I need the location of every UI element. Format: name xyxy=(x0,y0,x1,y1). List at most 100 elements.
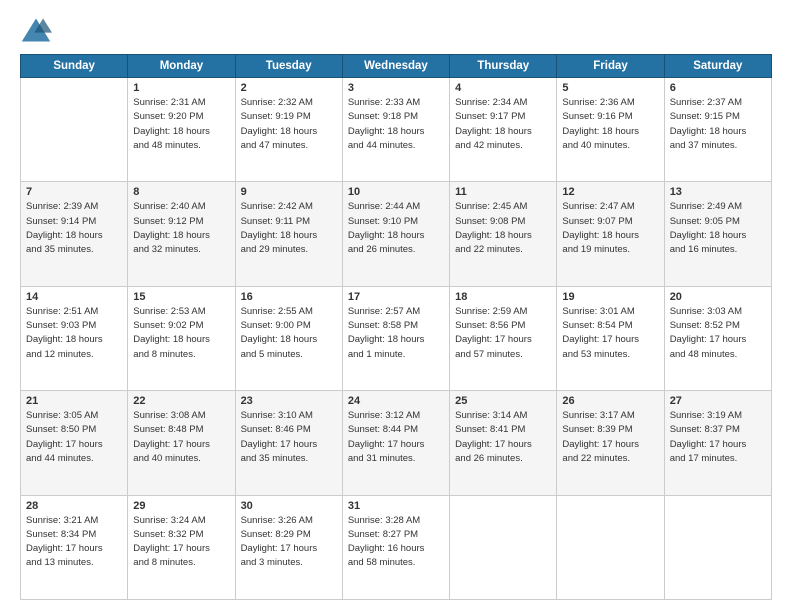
calendar-cell: 26 Sunrise: 3:17 AM Sunset: 8:39 PM Dayli… xyxy=(557,391,664,495)
calendar-cell: 19 Sunrise: 3:01 AM Sunset: 8:54 PM Dayli… xyxy=(557,286,664,390)
header-day-friday: Friday xyxy=(557,55,664,78)
day-number: 14 xyxy=(26,291,122,303)
calendar-cell xyxy=(664,495,771,599)
day-info: Sunrise: 2:57 AM Sunset: 8:58 PM Dayligh… xyxy=(348,305,444,362)
day-number: 9 xyxy=(241,186,337,198)
calendar-cell: 4 Sunrise: 2:34 AM Sunset: 9:17 PM Daylig… xyxy=(450,78,557,182)
day-info: Sunrise: 3:10 AM Sunset: 8:46 PM Dayligh… xyxy=(241,409,337,466)
calendar-cell: 24 Sunrise: 3:12 AM Sunset: 8:44 PM Dayli… xyxy=(342,391,449,495)
header-day-thursday: Thursday xyxy=(450,55,557,78)
calendar-cell: 2Sunrise: 2:32 AM Sunset: 9:19 PM Daylig… xyxy=(235,78,342,182)
day-number: 13 xyxy=(670,186,766,198)
day-number: 30 xyxy=(241,500,337,512)
calendar-cell: 13 Sunrise: 2:49 AM Sunset: 9:05 PM Dayli… xyxy=(664,182,771,286)
calendar-cell: 3 Sunrise: 2:33 AM Sunset: 9:18 PM Daylig… xyxy=(342,78,449,182)
calendar-cell: 11 Sunrise: 2:45 AM Sunset: 9:08 PM Dayli… xyxy=(450,182,557,286)
calendar-cell: 27Sunrise: 3:19 AM Sunset: 8:37 PM Dayli… xyxy=(664,391,771,495)
day-number: 1 xyxy=(133,82,229,94)
calendar-cell: 10 Sunrise: 2:44 AM Sunset: 9:10 PM Dayli… xyxy=(342,182,449,286)
calendar-table: SundayMondayTuesdayWednesdayThursdayFrid… xyxy=(20,54,772,600)
day-number: 21 xyxy=(26,395,122,407)
day-info: Sunrise: 2:32 AM Sunset: 9:19 PM Dayligh… xyxy=(241,96,337,153)
calendar-cell: 8Sunrise: 2:40 AM Sunset: 9:12 PM Daylig… xyxy=(128,182,235,286)
day-number: 24 xyxy=(348,395,444,407)
day-number: 20 xyxy=(670,291,766,303)
header-day-monday: Monday xyxy=(128,55,235,78)
calendar-week-4: 21 Sunrise: 3:05 AM Sunset: 8:50 PM Dayli… xyxy=(21,391,772,495)
day-number: 11 xyxy=(455,186,551,198)
calendar-week-5: 28 Sunrise: 3:21 AM Sunset: 8:34 PM Dayli… xyxy=(21,495,772,599)
calendar-cell: 12 Sunrise: 2:47 AM Sunset: 9:07 PM Dayli… xyxy=(557,182,664,286)
calendar-cell: 14 Sunrise: 2:51 AM Sunset: 9:03 PM Dayli… xyxy=(21,286,128,390)
day-info: Sunrise: 2:36 AM Sunset: 9:16 PM Dayligh… xyxy=(562,96,658,153)
day-info: Sunrise: 3:17 AM Sunset: 8:39 PM Dayligh… xyxy=(562,409,658,466)
day-number: 4 xyxy=(455,82,551,94)
calendar-week-1: 1 Sunrise: 2:31 AM Sunset: 9:20 PM Daylig… xyxy=(21,78,772,182)
calendar-cell: 20 Sunrise: 3:03 AM Sunset: 8:52 PM Dayli… xyxy=(664,286,771,390)
day-info: Sunrise: 2:59 AM Sunset: 8:56 PM Dayligh… xyxy=(455,305,551,362)
day-number: 16 xyxy=(241,291,337,303)
header xyxy=(20,16,772,44)
day-info: Sunrise: 2:37 AM Sunset: 9:15 PM Dayligh… xyxy=(670,96,766,153)
day-info: Sunrise: 2:31 AM Sunset: 9:20 PM Dayligh… xyxy=(133,96,229,153)
calendar-cell: 25 Sunrise: 3:14 AM Sunset: 8:41 PM Dayli… xyxy=(450,391,557,495)
calendar-cell: 15 Sunrise: 2:53 AM Sunset: 9:02 PM Dayli… xyxy=(128,286,235,390)
page: SundayMondayTuesdayWednesdayThursdayFrid… xyxy=(0,0,792,612)
calendar-week-2: 7Sunrise: 2:39 AM Sunset: 9:14 PM Daylig… xyxy=(21,182,772,286)
calendar-cell xyxy=(450,495,557,599)
day-info: Sunrise: 2:53 AM Sunset: 9:02 PM Dayligh… xyxy=(133,305,229,362)
day-info: Sunrise: 3:26 AM Sunset: 8:29 PM Dayligh… xyxy=(241,514,337,571)
day-info: Sunrise: 2:51 AM Sunset: 9:03 PM Dayligh… xyxy=(26,305,122,362)
day-info: Sunrise: 3:05 AM Sunset: 8:50 PM Dayligh… xyxy=(26,409,122,466)
calendar-cell: 30 Sunrise: 3:26 AM Sunset: 8:29 PM Dayli… xyxy=(235,495,342,599)
day-info: Sunrise: 3:08 AM Sunset: 8:48 PM Dayligh… xyxy=(133,409,229,466)
day-number: 23 xyxy=(241,395,337,407)
day-info: Sunrise: 2:42 AM Sunset: 9:11 PM Dayligh… xyxy=(241,200,337,257)
day-number: 5 xyxy=(562,82,658,94)
day-info: Sunrise: 3:19 AM Sunset: 8:37 PM Dayligh… xyxy=(670,409,766,466)
calendar-cell: 23 Sunrise: 3:10 AM Sunset: 8:46 PM Dayli… xyxy=(235,391,342,495)
calendar-cell: 17 Sunrise: 2:57 AM Sunset: 8:58 PM Dayli… xyxy=(342,286,449,390)
day-info: Sunrise: 2:44 AM Sunset: 9:10 PM Dayligh… xyxy=(348,200,444,257)
calendar-cell: 16 Sunrise: 2:55 AM Sunset: 9:00 PM Dayli… xyxy=(235,286,342,390)
calendar-cell: 9 Sunrise: 2:42 AM Sunset: 9:11 PM Daylig… xyxy=(235,182,342,286)
calendar-cell: 31Sunrise: 3:28 AM Sunset: 8:27 PM Dayli… xyxy=(342,495,449,599)
day-info: Sunrise: 2:55 AM Sunset: 9:00 PM Dayligh… xyxy=(241,305,337,362)
day-info: Sunrise: 3:24 AM Sunset: 8:32 PM Dayligh… xyxy=(133,514,229,571)
header-day-sunday: Sunday xyxy=(21,55,128,78)
logo xyxy=(20,16,56,44)
day-info: Sunrise: 3:21 AM Sunset: 8:34 PM Dayligh… xyxy=(26,514,122,571)
day-info: Sunrise: 2:33 AM Sunset: 9:18 PM Dayligh… xyxy=(348,96,444,153)
day-number: 26 xyxy=(562,395,658,407)
calendar-cell: 7Sunrise: 2:39 AM Sunset: 9:14 PM Daylig… xyxy=(21,182,128,286)
calendar-header-row: SundayMondayTuesdayWednesdayThursdayFrid… xyxy=(21,55,772,78)
day-number: 17 xyxy=(348,291,444,303)
calendar-cell: 29 Sunrise: 3:24 AM Sunset: 8:32 PM Dayli… xyxy=(128,495,235,599)
day-number: 15 xyxy=(133,291,229,303)
day-info: Sunrise: 3:14 AM Sunset: 8:41 PM Dayligh… xyxy=(455,409,551,466)
day-info: Sunrise: 3:03 AM Sunset: 8:52 PM Dayligh… xyxy=(670,305,766,362)
day-number: 6 xyxy=(670,82,766,94)
day-info: Sunrise: 2:34 AM Sunset: 9:17 PM Dayligh… xyxy=(455,96,551,153)
calendar-cell: 5 Sunrise: 2:36 AM Sunset: 9:16 PM Daylig… xyxy=(557,78,664,182)
day-number: 29 xyxy=(133,500,229,512)
header-day-tuesday: Tuesday xyxy=(235,55,342,78)
day-number: 12 xyxy=(562,186,658,198)
day-number: 3 xyxy=(348,82,444,94)
calendar-cell: 21 Sunrise: 3:05 AM Sunset: 8:50 PM Dayli… xyxy=(21,391,128,495)
day-info: Sunrise: 2:45 AM Sunset: 9:08 PM Dayligh… xyxy=(455,200,551,257)
day-info: Sunrise: 2:47 AM Sunset: 9:07 PM Dayligh… xyxy=(562,200,658,257)
day-number: 10 xyxy=(348,186,444,198)
logo-icon xyxy=(20,16,52,44)
day-number: 25 xyxy=(455,395,551,407)
day-number: 28 xyxy=(26,500,122,512)
day-info: Sunrise: 3:12 AM Sunset: 8:44 PM Dayligh… xyxy=(348,409,444,466)
header-day-saturday: Saturday xyxy=(664,55,771,78)
day-info: Sunrise: 2:49 AM Sunset: 9:05 PM Dayligh… xyxy=(670,200,766,257)
day-number: 31 xyxy=(348,500,444,512)
day-info: Sunrise: 2:39 AM Sunset: 9:14 PM Dayligh… xyxy=(26,200,122,257)
day-info: Sunrise: 3:01 AM Sunset: 8:54 PM Dayligh… xyxy=(562,305,658,362)
day-number: 19 xyxy=(562,291,658,303)
header-day-wednesday: Wednesday xyxy=(342,55,449,78)
calendar-cell: 18Sunrise: 2:59 AM Sunset: 8:56 PM Dayli… xyxy=(450,286,557,390)
